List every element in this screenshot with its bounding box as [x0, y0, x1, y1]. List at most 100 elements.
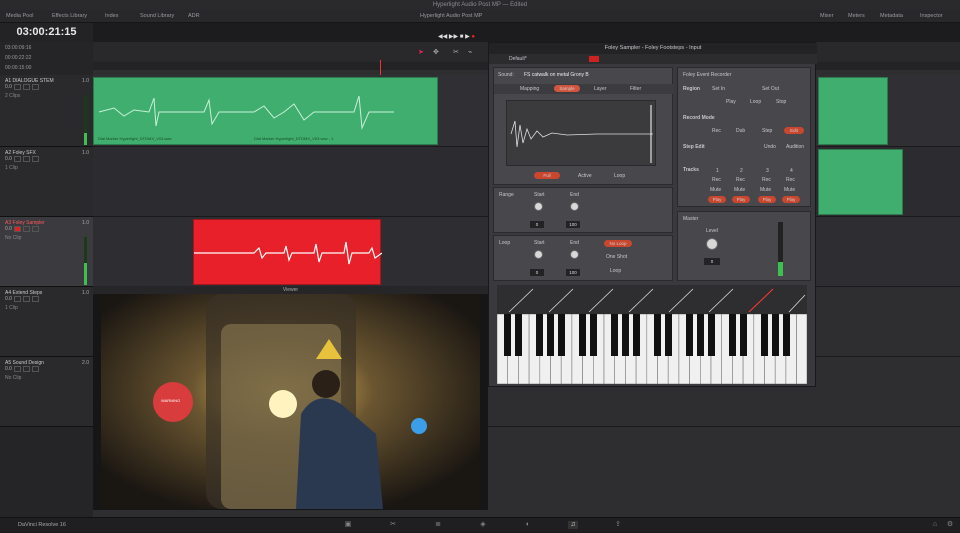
track-1-mute[interactable]: Mute — [710, 187, 721, 193]
fusion-page-icon[interactable]: ◈ — [478, 521, 488, 529]
one-shot-button[interactable]: One Shot — [606, 254, 627, 260]
solo-button[interactable] — [22, 84, 30, 90]
range-end-knob[interactable] — [570, 202, 579, 211]
razor-tool-icon[interactable]: ✂ — [453, 48, 459, 56]
color-page-icon[interactable]: ◐ — [523, 521, 533, 529]
undo-button[interactable]: Undo — [764, 144, 776, 150]
track-buttons[interactable]: 0.0 — [5, 226, 39, 232]
audition-button[interactable]: Audition — [786, 144, 804, 150]
track-buttons[interactable]: 0.0 — [5, 366, 39, 372]
track-4-mute[interactable]: Mute — [784, 187, 795, 193]
fairlight-page-icon[interactable]: ♫ — [568, 521, 578, 529]
track-2-mute[interactable]: Mute — [734, 187, 745, 193]
rec-mode-step[interactable]: Step — [762, 128, 772, 134]
set-in-button[interactable]: Set In — [712, 86, 725, 92]
loop-end-value[interactable]: 100 — [566, 269, 580, 276]
inspector-button[interactable]: Inspector — [920, 10, 943, 23]
loop-button[interactable]: Loop — [610, 268, 621, 274]
range-start-value[interactable]: 0 — [530, 221, 544, 228]
record-arm-button[interactable] — [13, 84, 21, 90]
sampler-record-button[interactable] — [589, 56, 599, 62]
record-arm-button[interactable] — [13, 156, 21, 162]
sampler-clip[interactable] — [193, 219, 383, 285]
track-buttons[interactable]: 0.0 — [5, 296, 39, 302]
region-loop-button[interactable]: Loop — [750, 99, 761, 105]
dialogue-clip[interactable]: Dial Marker Hyperlight_DTDMX_V03.wav Dia… — [93, 77, 438, 145]
media-pool-button[interactable]: Media Pool — [6, 10, 34, 23]
range-end-value[interactable]: 100 — [566, 221, 580, 228]
mute-button[interactable] — [31, 156, 39, 162]
media-page-icon[interactable]: ▣ — [343, 521, 353, 529]
rec-mode-dub[interactable]: Dub — [736, 128, 745, 134]
track-3-mute[interactable]: Mute — [760, 187, 771, 193]
tab-sample[interactable]: Sample — [554, 85, 580, 92]
mute-button[interactable] — [31, 226, 39, 232]
mode-full-button[interactable]: Full — [534, 172, 560, 179]
deliver-page-icon[interactable]: ⇪ — [613, 521, 623, 529]
solo-button[interactable] — [22, 296, 30, 302]
mute-button[interactable] — [31, 84, 39, 90]
mute-button[interactable] — [31, 296, 39, 302]
home-icon[interactable]: ⌂ — [930, 521, 940, 529]
solo-button[interactable] — [22, 156, 30, 162]
track-3-rec[interactable]: Rec — [762, 177, 771, 183]
solo-button[interactable] — [22, 226, 30, 232]
track-1-play[interactable]: Play — [708, 196, 726, 203]
range-start-knob[interactable] — [534, 202, 543, 211]
tab-mapping[interactable]: Mapping — [520, 86, 539, 92]
preset-dropdown[interactable]: Default* — [509, 56, 527, 62]
loop-start-value[interactable]: 0 — [530, 269, 544, 276]
tab-layer[interactable]: Layer — [594, 86, 607, 92]
loop-start-knob[interactable] — [534, 250, 543, 259]
piano-keyboard[interactable] — [496, 313, 808, 385]
rec-mode-rec[interactable]: Rec — [712, 128, 721, 134]
track-4-rec[interactable]: Rec — [786, 177, 795, 183]
mode-loop-button[interactable]: Loop — [614, 173, 625, 179]
trim-tool-icon[interactable]: ✥ — [433, 48, 439, 56]
tab-filter[interactable]: Filter — [630, 86, 641, 92]
effects-library-button[interactable]: Effects Library — [52, 10, 87, 23]
record-arm-button[interactable] — [13, 296, 21, 302]
foley-clip[interactable] — [818, 149, 903, 215]
sound-library-button[interactable]: Sound Library — [140, 10, 174, 23]
settings-icon[interactable]: ⚙ — [945, 521, 955, 529]
track-4-play[interactable]: Play — [782, 196, 800, 203]
adr-button[interactable]: ADR — [188, 10, 200, 23]
region-play-button[interactable]: Play — [726, 99, 736, 105]
sample-waveform-display[interactable] — [506, 100, 656, 166]
cut-page-icon[interactable]: ✂ — [388, 521, 398, 529]
track-2-play[interactable]: Play — [732, 196, 750, 203]
track-header-a3[interactable]: A3 Foley Sampler 1.0 0.0 No Clip — [0, 217, 93, 287]
index-button[interactable]: Index — [105, 10, 118, 23]
track-1-rec[interactable]: Rec — [712, 177, 721, 183]
record-arm-button[interactable] — [13, 366, 21, 372]
master-level-value[interactable]: 0 — [704, 258, 720, 265]
no-loop-button[interactable]: No Loop — [604, 240, 632, 247]
edit-page-icon[interactable]: ≣ — [433, 521, 443, 529]
mode-active-button[interactable]: Active — [578, 173, 592, 179]
track-header-a1[interactable]: A1 DIALOGUE STEM 1.0 0.0 2 Clips — [0, 75, 93, 147]
region-stop-button[interactable]: Stop — [776, 99, 786, 105]
dialogue-clip-right[interactable] — [818, 77, 888, 145]
track-header-a2[interactable]: A2 Foley SFX 1.0 0.0 1 Clip — [0, 147, 93, 217]
set-out-button[interactable]: Set Out — [762, 86, 779, 92]
mixer-button[interactable]: Mixer — [820, 10, 833, 23]
record-arm-button[interactable] — [13, 226, 21, 232]
track-header-a4[interactable]: A4 Extend Steps 1.0 0.0 1 Clip — [0, 287, 93, 357]
meters-button[interactable]: Meters — [848, 10, 865, 23]
mute-button[interactable] — [31, 366, 39, 372]
track-header-a5[interactable]: A5 Sound Design 2.0 0.0 No Clip — [0, 357, 93, 427]
track-buttons[interactable]: 0.0 — [5, 84, 39, 90]
solo-button[interactable] — [22, 366, 30, 372]
pointer-tool-icon[interactable]: ➤ — [418, 48, 424, 56]
rec-mode-edit[interactable]: Edit — [784, 127, 804, 134]
track-buttons[interactable]: 0.0 — [5, 156, 39, 162]
loop-end-knob[interactable] — [570, 250, 579, 259]
track-3-play[interactable]: Play — [758, 196, 776, 203]
metadata-button[interactable]: Metadata — [880, 10, 903, 23]
viewer-frame[interactable]: WARNING — [101, 294, 480, 509]
master-level-knob[interactable] — [706, 238, 718, 250]
track-2-rec[interactable]: Rec — [736, 177, 745, 183]
transport-controls[interactable]: ◀◀ ▶▶ ■ ▶ ● — [438, 33, 475, 40]
snap-icon[interactable]: ⌁ — [468, 48, 472, 56]
